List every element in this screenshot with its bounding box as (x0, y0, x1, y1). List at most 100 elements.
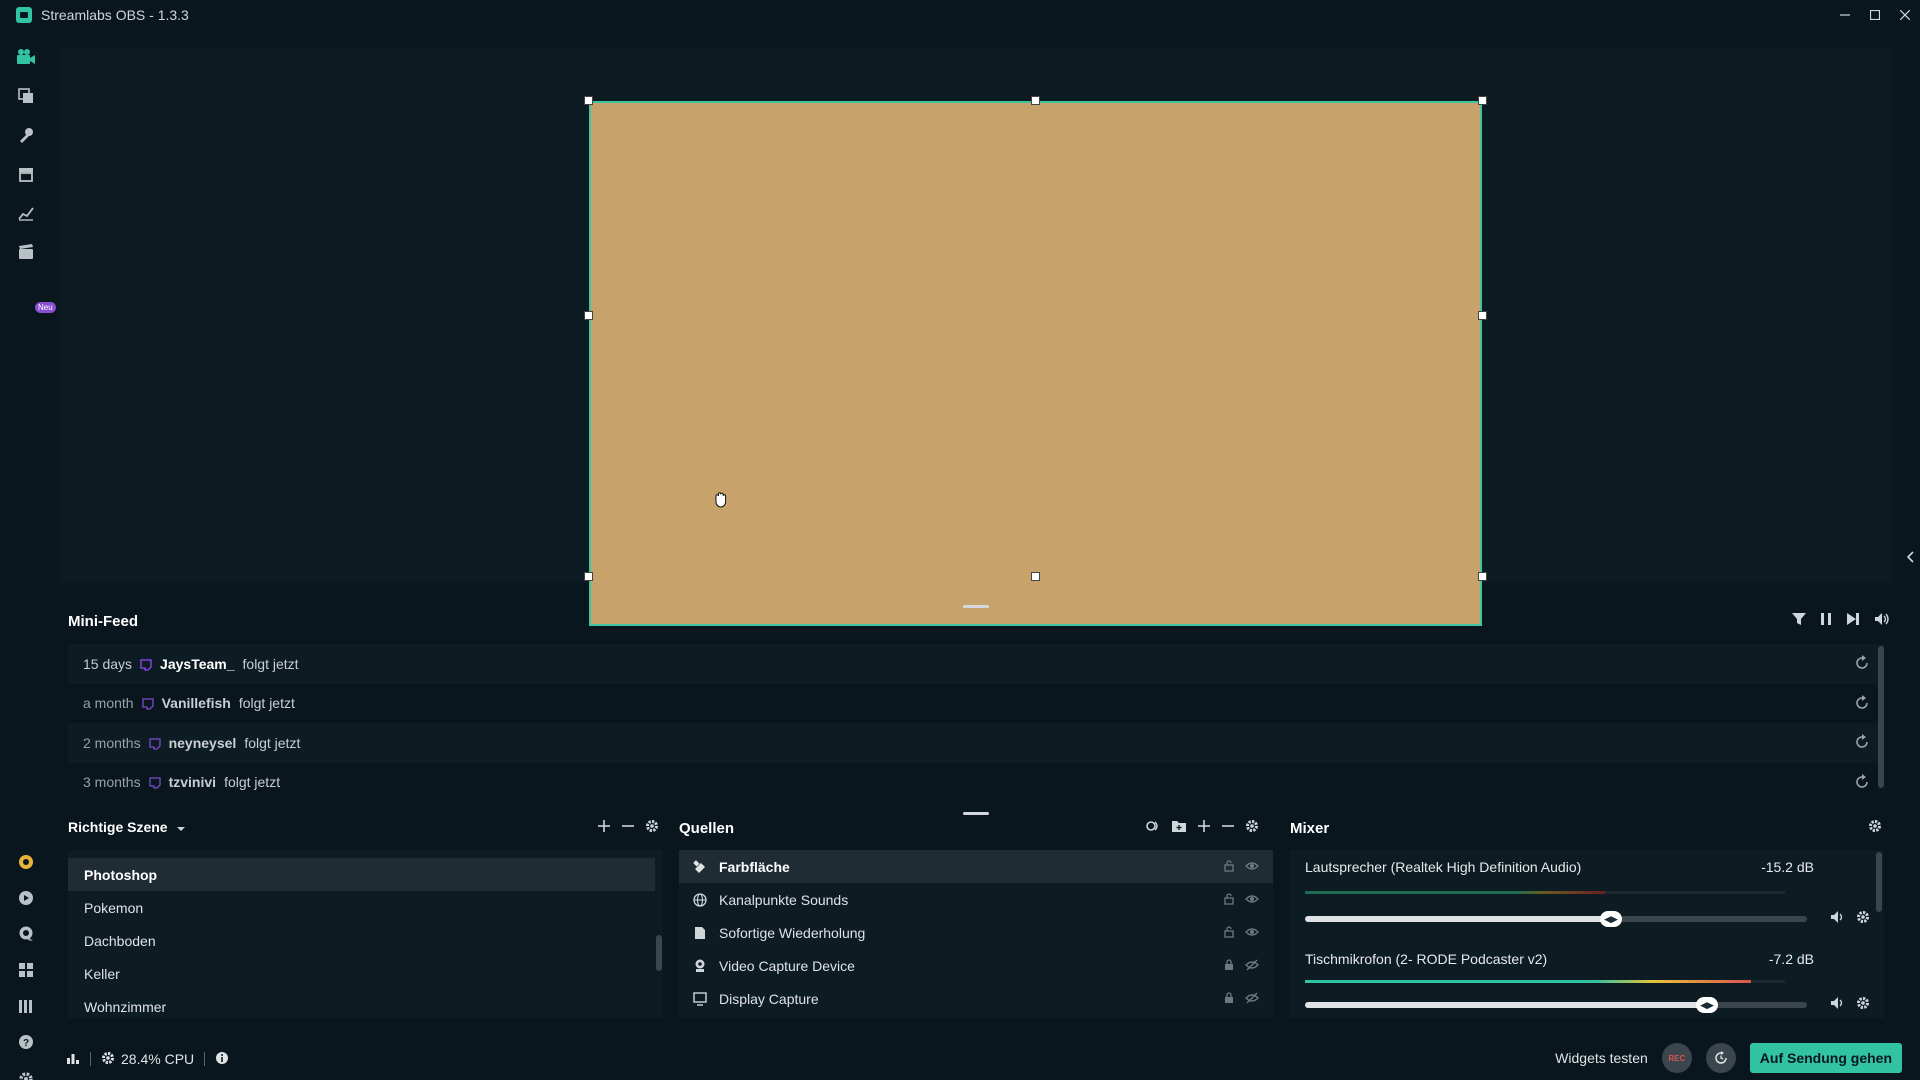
volume-slider[interactable]: ◀▶ (1305, 997, 1807, 1013)
source-item[interactable]: Video Capture Device (679, 949, 1273, 982)
editor-preview[interactable] (60, 48, 1892, 626)
editor-nav-icon[interactable] (14, 45, 38, 69)
audio-settings-gear-icon[interactable] (1856, 910, 1870, 929)
hidden-eye-icon[interactable] (1245, 991, 1259, 1007)
resize-handle-right[interactable] (1478, 311, 1487, 320)
editor-resize-handle[interactable] (963, 605, 989, 608)
resize-handle-left[interactable] (584, 311, 593, 320)
info-icon[interactable] (215, 1051, 229, 1068)
volume-slider-thumb[interactable]: ◀▶ (1600, 911, 1622, 927)
visibility-eye-icon[interactable] (1245, 892, 1259, 908)
analytics-nav-icon[interactable] (14, 201, 38, 225)
speaker-mute-icon[interactable] (1830, 910, 1846, 929)
tools-nav-icon[interactable] (14, 123, 38, 147)
lock-icon[interactable] (1223, 958, 1235, 974)
library-nav-icon[interactable] (14, 994, 38, 1018)
lock-icon[interactable] (1223, 925, 1235, 941)
scene-settings-gear-icon[interactable] (645, 819, 659, 838)
minimize-button[interactable] (1830, 0, 1860, 30)
volume-meter (1305, 891, 1785, 894)
mixer-title: Mixer (1290, 820, 1330, 837)
replay-alert-icon[interactable] (1854, 655, 1872, 673)
feed-action: folgt jetzt (242, 655, 299, 672)
resize-handle-bottom-right[interactable] (1478, 572, 1487, 581)
scene-item[interactable]: Wohnzimmer (68, 990, 655, 1023)
replay-alert-icon[interactable] (1854, 734, 1872, 752)
source-item[interactable]: Display Capture (679, 982, 1273, 1015)
scene-collection-name: Richtige Szene (68, 819, 168, 835)
scenes-toolbar (597, 819, 659, 838)
globe-icon (693, 892, 707, 907)
remove-source-minus-icon[interactable] (1221, 819, 1235, 838)
scenes-scrollbar[interactable] (656, 935, 662, 971)
replay-alert-icon[interactable] (1854, 773, 1872, 792)
source-actions (1223, 991, 1259, 1007)
scene-item[interactable]: Keller (68, 957, 655, 990)
lock-icon[interactable] (1223, 991, 1235, 1007)
footer-actions: Widgets testen REC Auf Sendung gehen (1555, 1043, 1902, 1073)
audio-settings-gear-icon[interactable] (1856, 996, 1870, 1015)
settings-nav-icon[interactable] (14, 1067, 38, 1080)
audio-source-name: Lautsprecher (Realtek High Definition Au… (1305, 859, 1582, 875)
scene-item[interactable]: Photoshop (68, 858, 655, 891)
resize-handle-bottom-left[interactable] (584, 572, 593, 581)
test-widgets-button[interactable]: Widgets testen (1555, 1050, 1648, 1066)
hidden-eye-icon[interactable] (1245, 958, 1259, 974)
cpu-chip-icon (101, 1051, 115, 1068)
visibility-eye-icon[interactable] (1245, 925, 1259, 941)
pause-icon[interactable] (1820, 612, 1832, 631)
highlighter-nav-icon[interactable] (14, 240, 38, 264)
source-item[interactable]: Sofortige Wiederholung (679, 916, 1273, 949)
maximize-button[interactable] (1860, 0, 1890, 30)
resize-handle-top[interactable] (1031, 96, 1040, 105)
visibility-eye-icon[interactable] (1245, 859, 1259, 875)
source-item[interactable]: Farbfläche (679, 850, 1273, 883)
volume-meter-fill (1305, 980, 1751, 983)
window-controls (1830, 0, 1920, 30)
add-scene-plus-icon[interactable] (597, 819, 611, 838)
source-item[interactable]: Kanalpunkte Sounds (679, 883, 1273, 916)
themes-nav-icon[interactable] (14, 84, 38, 108)
scene-item[interactable]: Pokemon (68, 891, 655, 924)
volume-slider-thumb[interactable]: ◀▶ (1696, 997, 1718, 1013)
resize-handle-top-left[interactable] (584, 96, 593, 105)
audio-controls (1830, 910, 1870, 929)
source-settings-gear-icon[interactable] (1245, 819, 1259, 838)
replay-alert-icon[interactable] (1854, 694, 1872, 713)
feed-time: a month (83, 695, 134, 712)
record-button[interactable]: REC (1661, 1043, 1692, 1073)
minifeed-scrollbar[interactable] (1878, 646, 1884, 788)
filter-icon[interactable] (1792, 612, 1806, 631)
volume-slider[interactable]: ◀▶ (1305, 911, 1807, 927)
lock-icon[interactable] (1223, 859, 1235, 875)
collapse-sidebar-chevron-icon[interactable] (1902, 547, 1918, 567)
selective-recording-icon[interactable] (1145, 819, 1161, 838)
replay-buffer-button[interactable] (1705, 1043, 1736, 1073)
scene-collection-selector[interactable]: Richtige Szene (68, 819, 186, 835)
close-button[interactable] (1890, 0, 1920, 30)
resize-handle-bottom[interactable] (1031, 572, 1040, 581)
mixer-settings-gear-icon[interactable] (1868, 819, 1882, 838)
source-actions (1223, 859, 1259, 875)
volume-icon[interactable] (1874, 612, 1890, 631)
svg-text:?: ? (23, 1038, 29, 1049)
resize-handle-top-right[interactable] (1478, 96, 1487, 105)
scene-item[interactable]: Dachboden (68, 924, 655, 957)
add-source-plus-icon[interactable] (1197, 819, 1211, 838)
go-live-button[interactable]: Auf Sendung gehen (1749, 1043, 1902, 1073)
skip-icon[interactable] (1846, 612, 1860, 631)
help-nav-icon[interactable]: ? (14, 1030, 38, 1054)
remove-scene-minus-icon[interactable] (621, 819, 635, 838)
performance-chart-icon[interactable] (66, 1051, 80, 1068)
dashboard-nav-icon[interactable] (14, 886, 38, 910)
lock-icon[interactable] (1223, 892, 1235, 908)
store-nav-icon[interactable] (14, 162, 38, 186)
speaker-mute-icon[interactable] (1830, 996, 1846, 1015)
chat-nav-icon[interactable] (14, 922, 38, 946)
layout-nav-icon[interactable] (14, 958, 38, 982)
mixer-scrollbar[interactable] (1876, 852, 1882, 912)
selected-source-bounds[interactable] (589, 101, 1482, 626)
prime-nav-icon[interactable] (14, 850, 38, 874)
add-folder-icon[interactable] (1171, 819, 1187, 838)
minifeed-resize-handle[interactable] (963, 812, 989, 815)
